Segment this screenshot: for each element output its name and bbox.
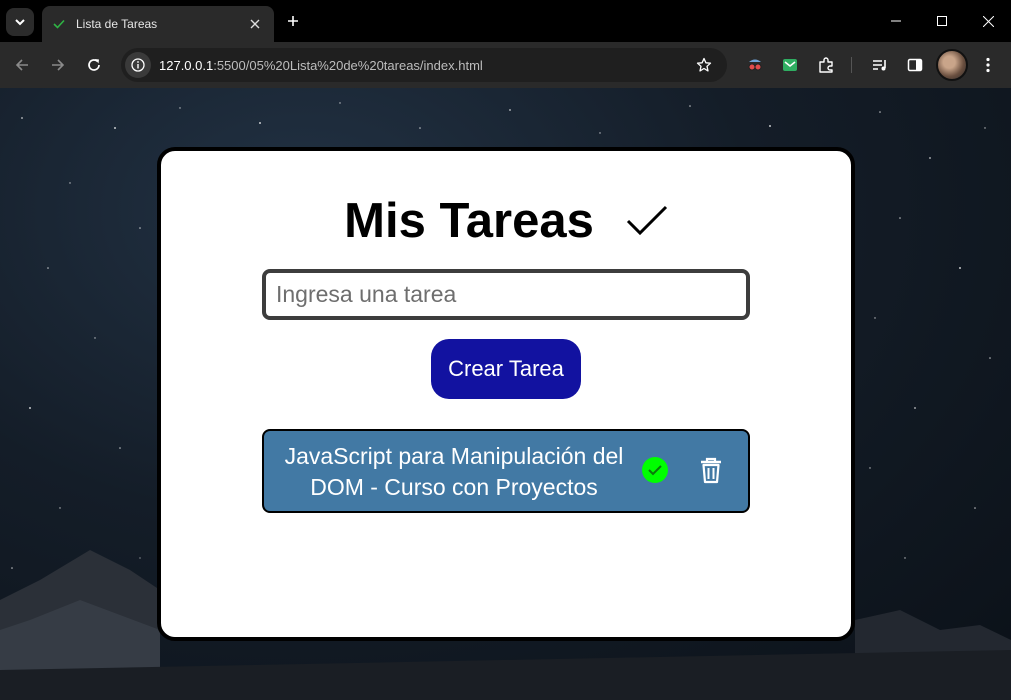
side-panel-icon[interactable] — [901, 51, 929, 79]
minimize-icon — [891, 20, 901, 22]
browser-titlebar: Lista de Tareas — [0, 0, 1011, 42]
mail-extension-icon[interactable] — [776, 51, 804, 79]
browser-tab[interactable]: Lista de Tareas — [42, 6, 274, 42]
profile-avatar[interactable] — [936, 49, 968, 81]
task-text: JavaScript para Manipulación del DOM - C… — [284, 443, 624, 500]
close-window-button[interactable] — [965, 0, 1011, 42]
media-queue-icon[interactable] — [866, 51, 894, 79]
check-favicon-icon — [52, 17, 66, 31]
reload-button[interactable] — [80, 51, 108, 79]
back-button[interactable] — [8, 51, 36, 79]
plus-icon — [288, 16, 298, 26]
new-tab-button[interactable] — [281, 9, 305, 33]
bookmark-star-icon[interactable] — [689, 50, 719, 80]
check-circle-icon[interactable] — [640, 455, 670, 485]
arrow-left-icon — [15, 59, 28, 71]
toolbar-divider — [851, 57, 852, 73]
arrow-right-icon — [52, 59, 65, 71]
forward-button[interactable] — [44, 51, 72, 79]
url-text[interactable]: 127.0.0.1:5500/05%20Lista%20de%20tareas/… — [159, 58, 689, 73]
tab-title: Lista de Tareas — [76, 17, 158, 31]
task-card: Mis Tareas Crear Tarea JavaScript para M… — [157, 147, 855, 641]
trash-icon[interactable] — [696, 455, 726, 485]
create-task-button[interactable]: Crear Tarea — [431, 339, 581, 399]
page-title: Mis Tareas — [344, 194, 594, 248]
url-host: 127.0.0.1 — [159, 57, 214, 73]
task-item: JavaScript para Manipulación del DOM - C… — [262, 429, 750, 513]
address-bar[interactable]: 127.0.0.1:5500/05%20Lista%20de%20tareas/… — [121, 48, 727, 82]
maximize-icon — [937, 16, 947, 26]
reload-icon — [88, 59, 100, 71]
spy-extension-icon[interactable] — [741, 51, 769, 79]
browser-toolbar: 127.0.0.1:5500/05%20Lista%20de%20tareas/… — [0, 42, 1011, 88]
close-tab-icon[interactable] — [246, 15, 264, 33]
task-input[interactable] — [262, 269, 750, 320]
menu-kebab-icon[interactable] — [974, 51, 1002, 79]
checkmark-icon — [626, 205, 668, 237]
close-icon — [982, 15, 994, 27]
url-path: :5500/05%20Lista%20de%20tareas/index.htm… — [213, 57, 483, 73]
chevron-down-icon — [15, 19, 25, 26]
minimize-button[interactable] — [873, 0, 919, 42]
page-viewport: Mis Tareas Crear Tarea JavaScript para M… — [0, 88, 1011, 700]
site-info-icon[interactable] — [125, 52, 151, 78]
maximize-button[interactable] — [919, 0, 965, 42]
extensions-puzzle-icon[interactable] — [812, 51, 840, 79]
page-heading: Mis Tareas — [161, 191, 851, 251]
tab-search-button[interactable] — [6, 8, 34, 36]
